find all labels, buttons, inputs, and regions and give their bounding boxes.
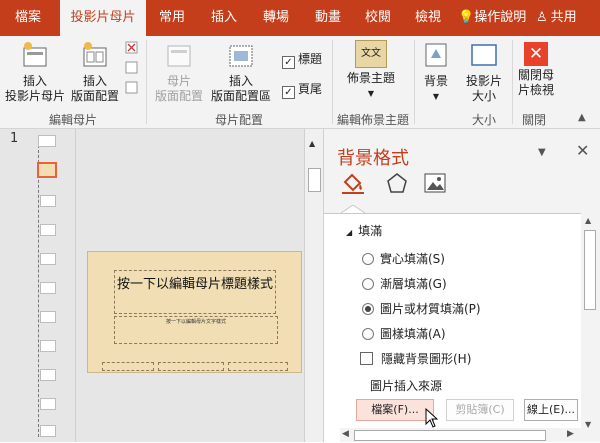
pentagon-effects-icon[interactable] — [386, 172, 408, 194]
format-background-pane: 背景格式 ▼ ✕ ◢ 填滿 實心填滿(S) 漸層填滿(G) 圖片或材質填滿(P) … — [323, 129, 600, 443]
background-icon — [425, 43, 447, 67]
tell-me-search[interactable]: 💡操作說明 — [458, 0, 526, 36]
ribbon: 插入 投影片母片 插入 版面配置 編輯母片 母片 版面配置 插入 版面配置區 ✓… — [0, 36, 600, 129]
radio-icon — [362, 278, 374, 290]
close-master-view-button[interactable]: ✕ 關閉母 片檢視 — [514, 40, 558, 98]
body-placeholder[interactable]: 按一下以編輯母片文字樣式 — [114, 316, 278, 344]
slide-size-button[interactable]: 投影片 大小 — [460, 40, 508, 104]
themes-button[interactable]: 文文 佈景主題 ▼ — [342, 40, 400, 101]
tab-slide-master[interactable]: 投影片母片 — [60, 0, 146, 36]
pane-options-dropdown-icon[interactable]: ▼ — [538, 147, 546, 158]
master-layout-button[interactable]: 母片 版面配置 — [152, 40, 206, 104]
title-placeholder[interactable]: 按一下以編輯母片標題樣式 — [114, 270, 276, 314]
thumbnail-pane: 1 — [0, 129, 76, 442]
collapse-triangle-icon: ◢ — [346, 228, 353, 237]
group-label-master-layout: 母片配置 — [214, 113, 263, 127]
chevron-down-icon: ▼ — [367, 89, 375, 98]
fill-bucket-icon[interactable] — [340, 171, 366, 195]
scroll-up-icon[interactable]: ▲ — [309, 139, 315, 148]
master-layout-icon — [167, 45, 191, 67]
small-tools-icons — [125, 41, 138, 94]
mouse-cursor-icon — [425, 408, 439, 428]
group-label-size: 大小 — [471, 113, 496, 127]
pane-title: 背景格式 — [337, 148, 409, 169]
thumbnail-tree-line — [38, 135, 39, 437]
scroll-right-icon[interactable]: ▶ — [567, 429, 574, 439]
share-button[interactable]: ♙ 共用 — [536, 0, 577, 36]
layout-thumbnail[interactable] — [40, 369, 56, 381]
date-placeholder[interactable] — [102, 362, 154, 371]
clipboard-button[interactable]: 剪貼簿(C) — [446, 399, 514, 421]
tab-transitions[interactable]: 轉場 — [254, 0, 298, 36]
tab-view[interactable]: 檢視 — [406, 0, 450, 36]
radio-selected-icon — [362, 303, 374, 315]
scroll-up-icon[interactable]: ▲ — [585, 216, 591, 225]
close-icon: ✕ — [524, 42, 548, 66]
scroll-thumb[interactable] — [308, 168, 321, 192]
pattern-fill-radio[interactable]: 圖樣填滿(A) — [362, 325, 446, 342]
editor-vertical-scrollbar[interactable]: ▲ — [304, 129, 323, 442]
picture-texture-fill-radio[interactable]: 圖片或材質填滿(P) — [362, 300, 481, 317]
file-button[interactable]: 檔案(F)... — [356, 399, 434, 421]
gradient-fill-radio[interactable]: 漸層填滿(G) — [362, 275, 447, 292]
layout-thumbnail[interactable] — [40, 224, 56, 236]
scroll-thumb[interactable] — [584, 230, 596, 310]
scroll-down-icon[interactable]: ▼ — [585, 420, 591, 429]
layout-thumbnail[interactable] — [40, 195, 56, 207]
checkmark-icon: ✓ — [282, 56, 295, 69]
pane-vertical-scrollbar[interactable]: ▲ ▼ — [581, 213, 598, 442]
insert-placeholder-button[interactable]: 插入 版面配置區 — [206, 40, 276, 104]
person-icon: ♙ — [536, 10, 548, 25]
footer-placeholder[interactable] — [158, 362, 224, 371]
tab-review[interactable]: 校閱 — [356, 0, 400, 36]
group-label-edit-master: 編輯母片 — [48, 113, 97, 127]
online-button[interactable]: 線上(E)... — [524, 399, 578, 421]
close-icon[interactable]: ✕ — [576, 141, 589, 160]
group-label-edit-theme: 編輯佈景主題 — [336, 113, 409, 127]
footer-checkbox[interactable]: ✓ 頁尾 — [282, 80, 322, 99]
tab-animations[interactable]: 動畫 — [306, 0, 350, 36]
radio-icon — [362, 328, 374, 340]
picture-source-label: 圖片插入來源 — [370, 379, 443, 393]
insert-layout-button[interactable]: 插入 版面配置 — [68, 40, 122, 104]
picture-icon[interactable] — [424, 172, 446, 194]
layout-thumbnail[interactable] — [40, 311, 56, 323]
ribbon-tab-bar: 檔案 投影片母片 常用 插入 轉場 動畫 校閱 檢視 💡操作說明 ♙ 共用 — [0, 0, 600, 36]
insert-slide-master-button[interactable]: 插入 投影片母片 — [4, 40, 66, 104]
slide-master-icon — [23, 42, 47, 67]
selected-category-pointer — [341, 205, 365, 213]
checkmark-icon: ✓ — [282, 86, 295, 99]
slide-size-icon — [471, 44, 497, 66]
scroll-left-icon[interactable]: ◀ — [342, 429, 349, 439]
collapse-ribbon-icon[interactable]: ▲ — [578, 112, 586, 123]
layout-thumbnail[interactable] — [40, 253, 56, 265]
layout-thumbnail[interactable] — [40, 340, 56, 352]
tab-file[interactable]: 檔案 — [6, 0, 50, 36]
solid-fill-radio[interactable]: 實心填滿(S) — [362, 250, 445, 267]
layout-thumbnail[interactable] — [40, 398, 56, 410]
layout-thumbnail[interactable] — [40, 425, 56, 437]
title-checkbox[interactable]: ✓ 標題 — [282, 50, 322, 69]
hide-background-graphics-checkbox[interactable]: 隱藏背景圖形(H) — [360, 350, 471, 367]
slide-number: 1 — [10, 131, 19, 146]
chevron-down-icon: ▼ — [432, 92, 440, 101]
master-thumbnail[interactable] — [38, 135, 56, 147]
background-button[interactable]: 背景 ▼ — [418, 40, 454, 104]
group-separator — [414, 40, 415, 124]
radio-icon — [362, 253, 374, 265]
slide-number-placeholder[interactable] — [228, 362, 288, 371]
tab-insert[interactable]: 插入 — [202, 0, 246, 36]
group-label-close: 關閉 — [521, 113, 546, 127]
layout-thumbnail[interactable] — [40, 282, 56, 294]
scroll-thumb[interactable] — [354, 430, 546, 441]
layout-thumbnail-selected[interactable] — [37, 162, 57, 178]
fill-section-header[interactable]: ◢ 填滿 — [346, 222, 382, 239]
lightbulb-icon: 💡 — [458, 10, 475, 25]
tab-home[interactable]: 常用 — [150, 0, 194, 36]
pane-horizontal-scrollbar[interactable]: ◀ ▶ — [340, 428, 581, 442]
slide-canvas[interactable]: 按一下以編輯母片標題樣式 按一下以編輯母片文字樣式 — [87, 251, 302, 373]
placeholder-icon — [229, 45, 253, 67]
themes-icon: 文文 — [355, 40, 387, 68]
layout-icon — [83, 42, 107, 67]
